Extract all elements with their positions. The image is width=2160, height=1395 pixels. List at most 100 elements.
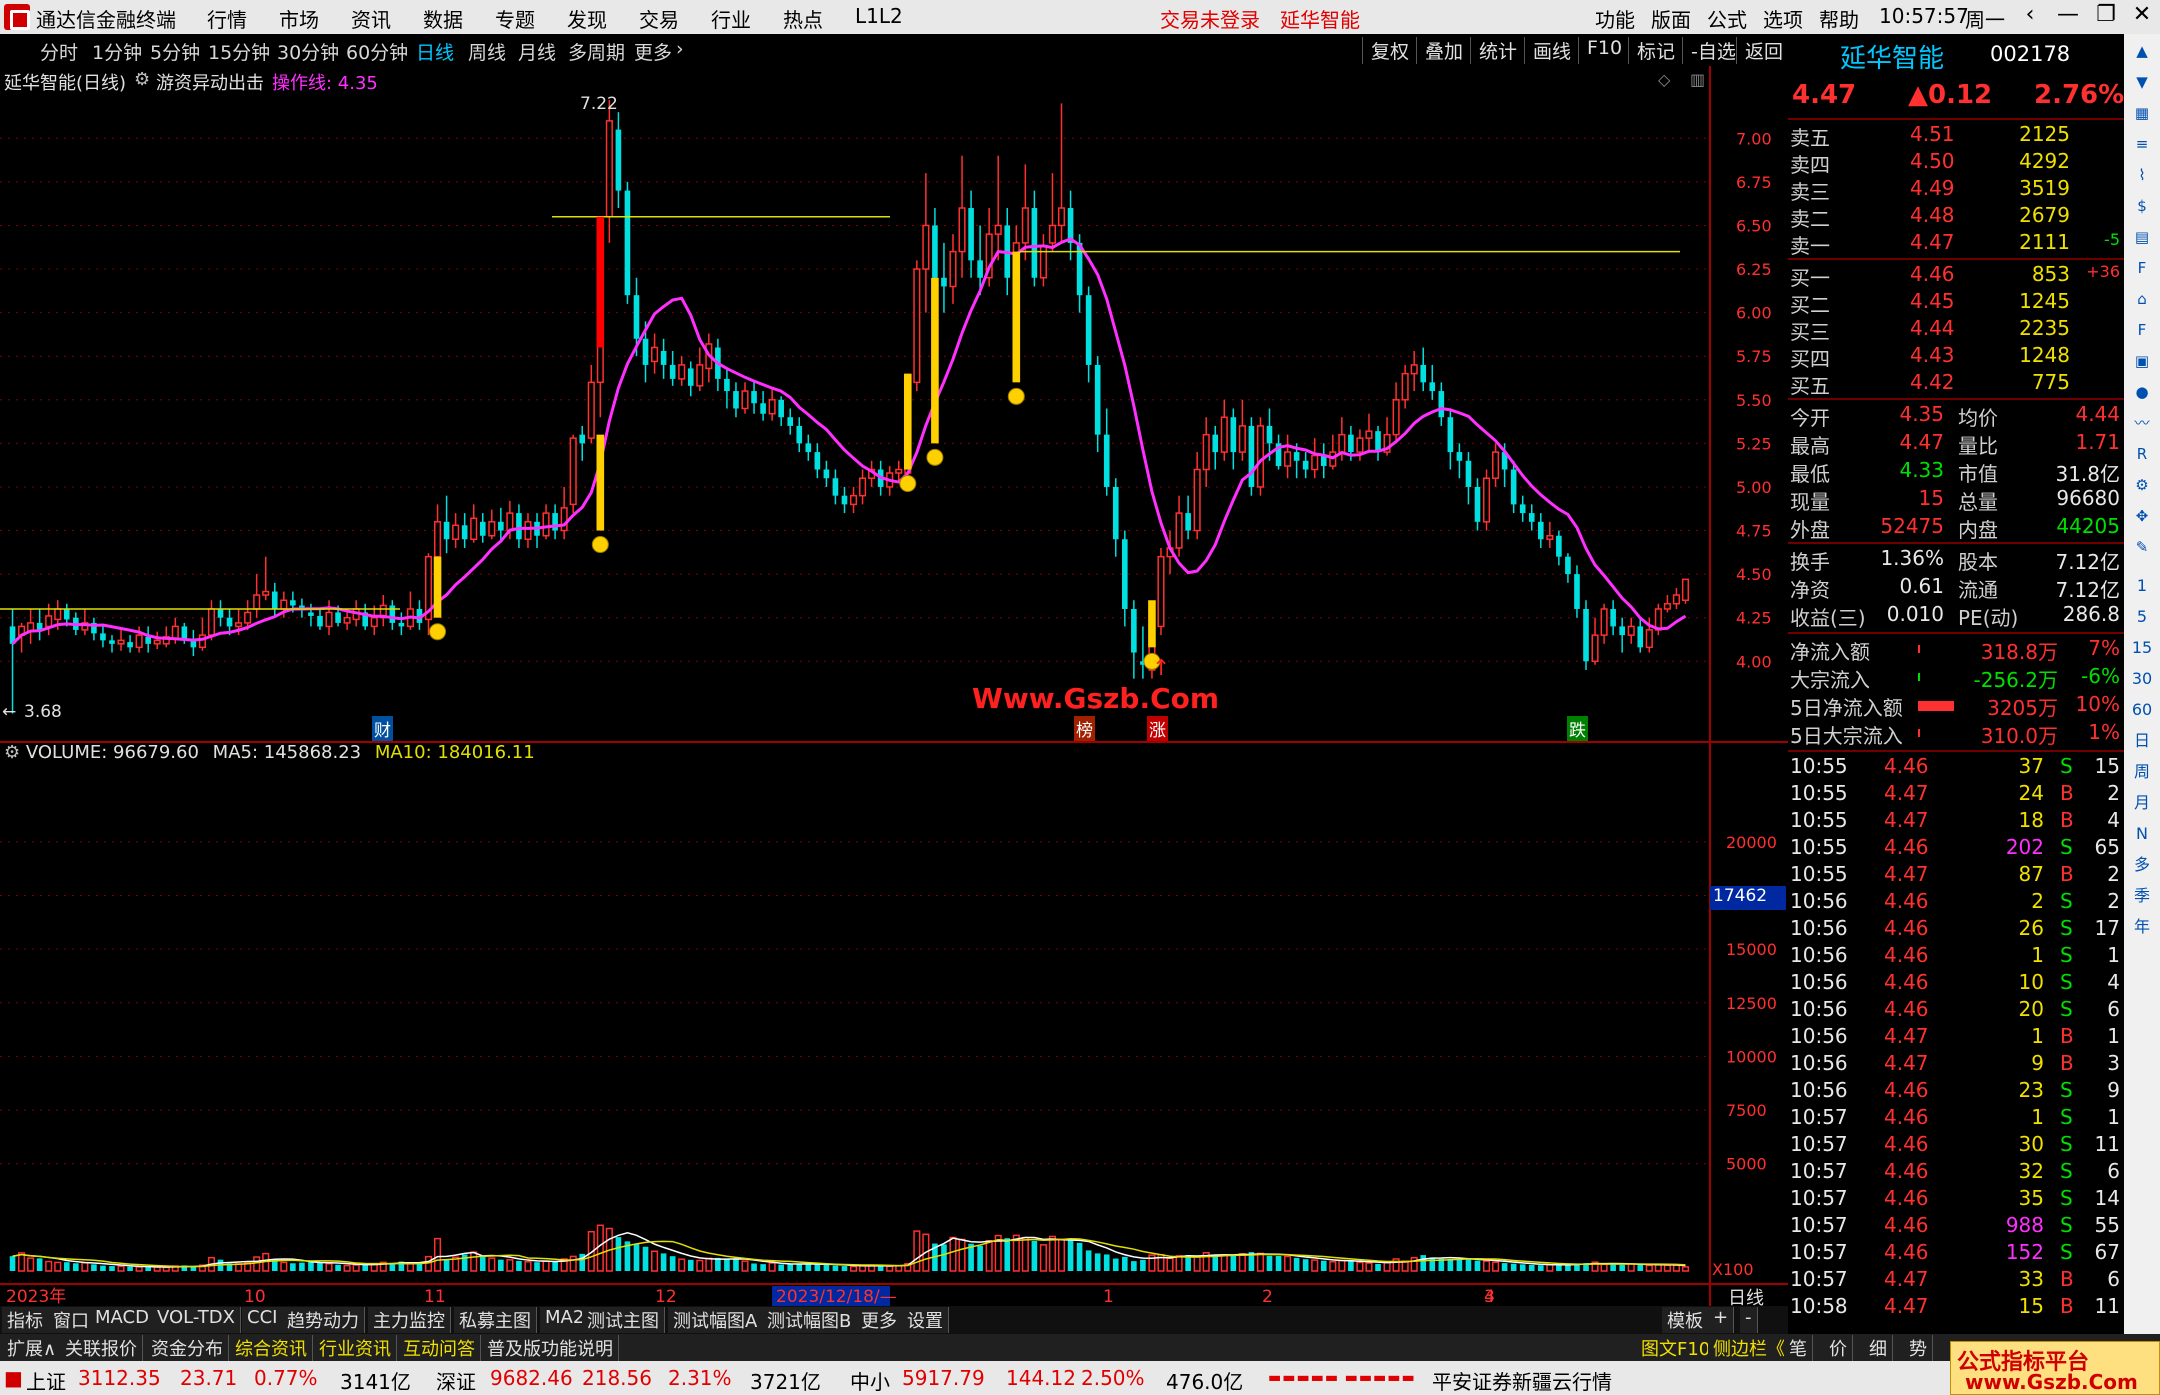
info-tab-right[interactable]: 细	[1864, 1335, 1893, 1361]
menu-formula[interactable]: 公式	[1707, 4, 1747, 33]
period-fenshi[interactable]: 分时	[40, 38, 78, 65]
info-tab[interactable]: 普及版功能说明	[482, 1335, 619, 1361]
tab-right-btn[interactable]: +	[1708, 1307, 1735, 1333]
menu-data[interactable]: 数据	[423, 4, 463, 33]
period-more[interactable]: 更多	[634, 38, 672, 65]
period-30m[interactable]: 30分钟	[277, 38, 339, 65]
restore-icon[interactable]: ❐	[2088, 2, 2124, 32]
close-icon[interactable]: ✕	[2124, 2, 2160, 32]
menu-market[interactable]: 市场	[279, 4, 319, 33]
menu-discover[interactable]: 发现	[567, 4, 607, 33]
info-tab[interactable]: 资金分布	[146, 1335, 229, 1361]
indicator-tab[interactable]: 窗口	[48, 1307, 95, 1333]
tool-watchlist[interactable]: -自选	[1682, 37, 1744, 64]
info-tab[interactable]: 扩展∧	[2, 1335, 63, 1361]
sidebar-period-0[interactable]: 1	[2128, 573, 2156, 599]
indicator-tab[interactable]: CCI	[242, 1307, 284, 1333]
info-tab-right[interactable]: 笔	[1784, 1335, 1813, 1361]
period-1m[interactable]: 1分钟	[92, 38, 142, 65]
indicator-tab[interactable]: 测试幅图B	[762, 1307, 858, 1333]
chip-icon[interactable]: ▣	[2128, 348, 2156, 374]
period-multi[interactable]: 多周期	[568, 38, 625, 65]
indicator-name[interactable]: 游资异动出击	[156, 69, 264, 95]
gear-icon[interactable]: ⚙	[2128, 472, 2156, 498]
dollar-icon[interactable]: $	[2128, 193, 2156, 219]
tool-draw[interactable]: 画线	[1524, 37, 1579, 64]
up-arrow-icon[interactable]: ▲	[2128, 38, 2156, 64]
down-arrow-icon[interactable]: ▼	[2128, 69, 2156, 95]
sidebar-period-3[interactable]: 30	[2128, 666, 2156, 692]
period-monthly[interactable]: 月线	[518, 38, 556, 65]
period-weekly[interactable]: 周线	[468, 38, 506, 65]
info-tab[interactable]: 综合资讯	[230, 1335, 313, 1361]
sidebar-period-2[interactable]: 15	[2128, 635, 2156, 661]
sidebar-period-5[interactable]: 日	[2128, 728, 2156, 754]
menu-hq[interactable]: 行情	[207, 4, 247, 33]
f10-icon[interactable]: F	[2128, 255, 2156, 281]
menu-function[interactable]: 功能	[1595, 4, 1635, 33]
tool-f10[interactable]: F10	[1578, 37, 1630, 64]
period-5m[interactable]: 5分钟	[150, 38, 200, 65]
grid-icon[interactable]: ▦	[2128, 100, 2156, 126]
info-tab-right[interactable]: 侧边栏《	[1708, 1335, 1791, 1361]
menu-hot[interactable]: 热点	[783, 4, 823, 33]
zx-name[interactable]: 中小	[850, 1366, 890, 1395]
tool-return[interactable]: 返回	[1736, 37, 1791, 64]
menu-layout[interactable]: 版面	[1651, 4, 1691, 33]
indicator-tab[interactable]: 趋势动力	[282, 1307, 365, 1333]
sh-name[interactable]: 上证	[26, 1366, 66, 1395]
menu-trade[interactable]: 交易	[639, 4, 679, 33]
sidebar-period-8[interactable]: N	[2128, 821, 2156, 847]
marker-zhang[interactable]: 涨	[1147, 716, 1168, 741]
menu-l1l2[interactable]: L1L2	[855, 4, 903, 28]
indicator-tab[interactable]: 测试幅图A	[668, 1307, 764, 1333]
gear-icon[interactable]: ⚙	[4, 742, 20, 763]
tool-mark[interactable]: 标记	[1628, 37, 1683, 64]
chevron-right-icon[interactable]: ›	[676, 38, 684, 60]
tool-stats[interactable]: 统计	[1470, 37, 1525, 64]
minimize-icon[interactable]: —	[2050, 2, 2086, 32]
info-tab[interactable]: 互动问答	[398, 1335, 481, 1361]
period-60m[interactable]: 60分钟	[346, 38, 408, 65]
sidebar-period-1[interactable]: 5	[2128, 604, 2156, 630]
sidebar-period-4[interactable]: 60	[2128, 697, 2156, 723]
info-tab-right[interactable]: 图文F10	[1636, 1335, 1717, 1361]
info-tab[interactable]: 关联报价	[60, 1335, 143, 1361]
menu-options[interactable]: 选项	[1763, 4, 1803, 33]
indicator-tab[interactable]: 设置	[902, 1307, 949, 1333]
circle-icon[interactable]: ●	[2128, 379, 2156, 405]
line-icon[interactable]: 〰	[2128, 410, 2156, 436]
pen-icon[interactable]: ✎	[2128, 534, 2156, 560]
marker-bang[interactable]: 榜	[1074, 716, 1095, 741]
indicator-tab[interactable]: 测试主图	[582, 1307, 665, 1333]
menu-news[interactable]: 资讯	[351, 4, 391, 33]
info-tab[interactable]: 行业资讯	[314, 1335, 397, 1361]
tab-right-btn[interactable]: 模板	[1662, 1307, 1709, 1333]
period-15m[interactable]: 15分钟	[208, 38, 270, 65]
info-tab-right[interactable]: 势	[1904, 1335, 1933, 1361]
menu-topic[interactable]: 专题	[495, 4, 535, 33]
sidebar-period-11[interactable]: 年	[2128, 914, 2156, 940]
menu-help[interactable]: 帮助	[1819, 4, 1859, 33]
diamond-icon[interactable]: ◇	[1658, 70, 1670, 89]
sidebar-period-9[interactable]: 多	[2128, 852, 2156, 878]
tool-adjust[interactable]: 复权	[1362, 37, 1417, 64]
marker-die[interactable]: 跌	[1567, 716, 1588, 741]
doc-icon[interactable]: ▤	[2128, 224, 2156, 250]
sz-name[interactable]: 深证	[436, 1366, 476, 1395]
indicator-tab[interactable]: 更多	[856, 1307, 903, 1333]
move-icon[interactable]: ✥	[2128, 503, 2156, 529]
chart-icon[interactable]: ⌇	[2128, 162, 2156, 188]
indicator-tab[interactable]: 私募主图	[454, 1307, 537, 1333]
trade-status[interactable]: 交易未登录	[1160, 4, 1260, 33]
marker-cai[interactable]: 财	[372, 716, 393, 741]
panel-icon[interactable]: ▥	[1690, 70, 1705, 89]
indicator-tab[interactable]: VOL-TDX	[152, 1307, 241, 1333]
indicator-tab[interactable]: MACD	[90, 1307, 155, 1333]
tool-overlay[interactable]: 叠加	[1416, 37, 1471, 64]
indicator-tab[interactable]: 指标	[2, 1307, 49, 1333]
sidebar-period-7[interactable]: 月	[2128, 790, 2156, 816]
period-daily[interactable]: 日线	[416, 38, 454, 65]
kline-chart[interactable]: 7.00 6.75 6.50 6.25 6.00 5.75 5.50 5.25 5.00 4.75…	[0, 66, 1788, 1306]
back-icon[interactable]: ‹	[2012, 2, 2048, 32]
